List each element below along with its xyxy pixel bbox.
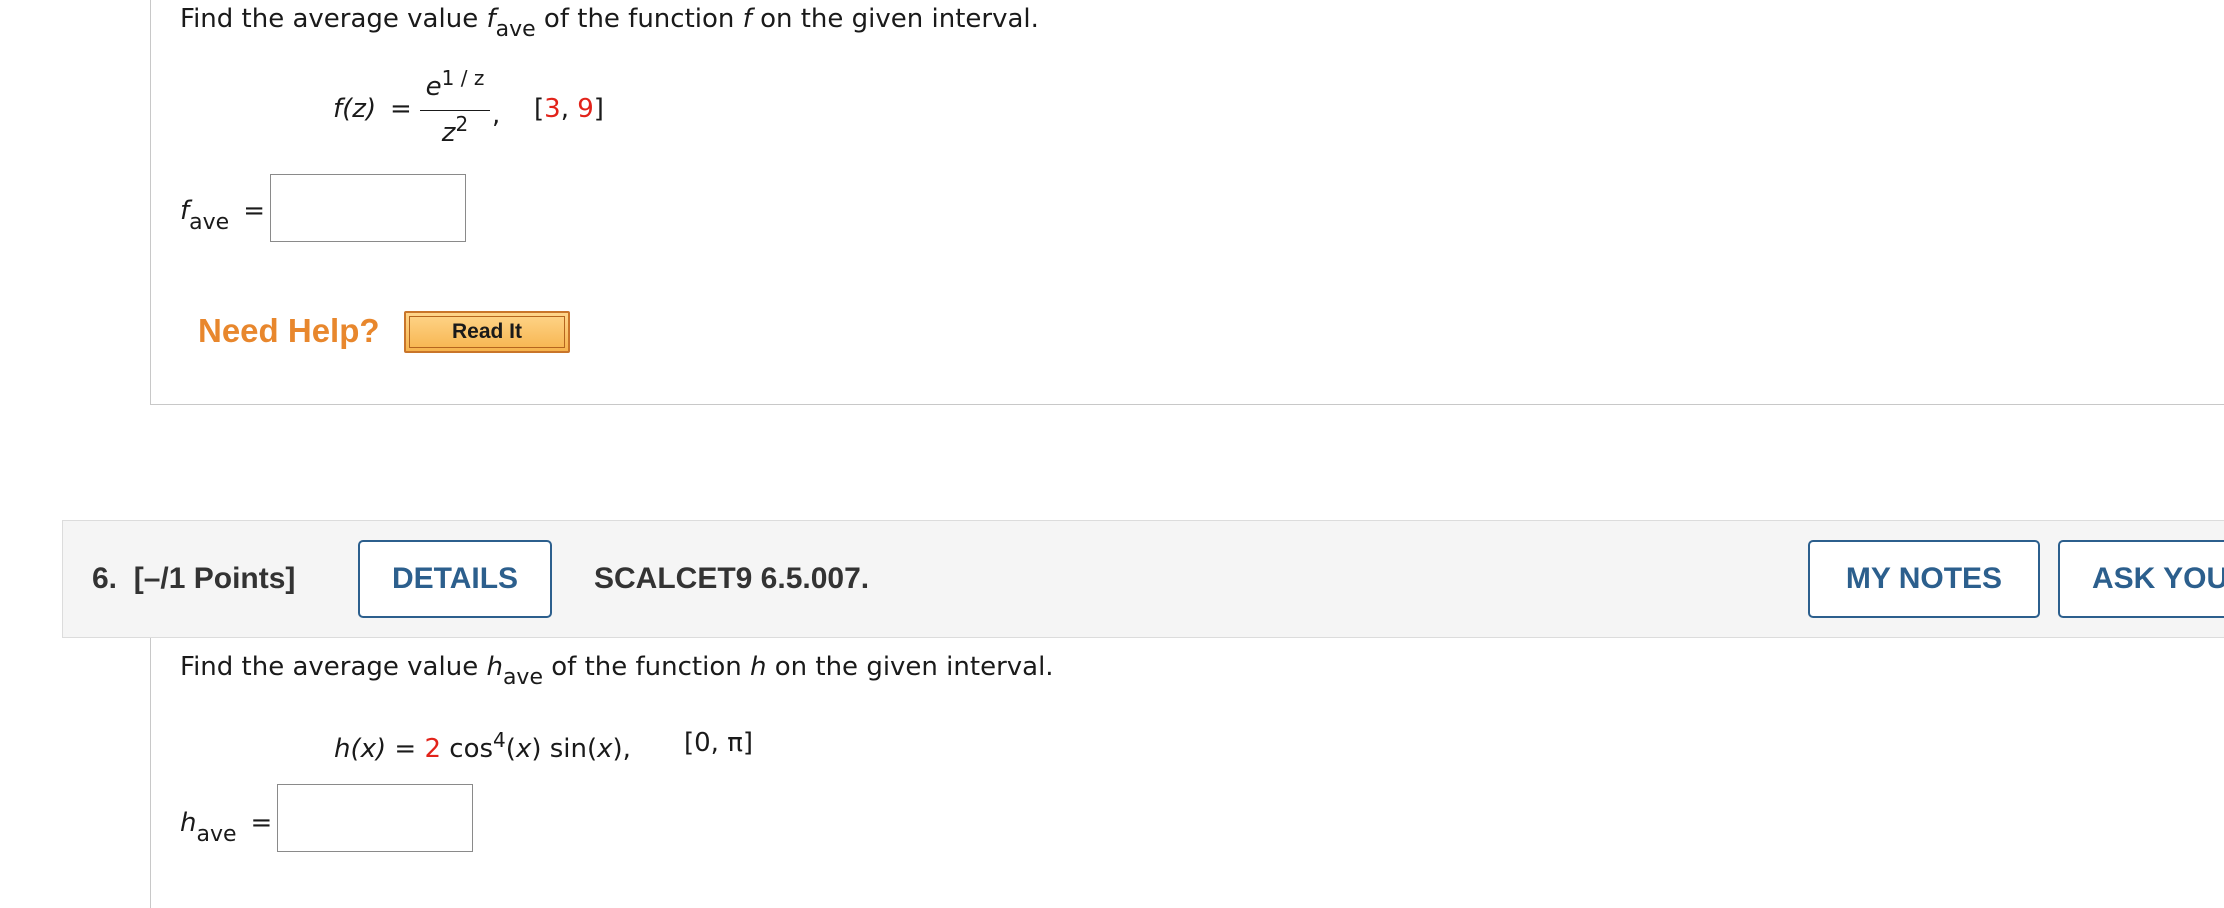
problem-5-question: Find the average value fave of the funct…: [180, 4, 1039, 42]
problem-6-interval: [0, π]: [684, 728, 754, 758]
fraction-numerator: e1 / z: [425, 66, 485, 102]
problem-6-question: Find the average value have of the funct…: [180, 652, 1054, 690]
problem-5-formula-eq: =: [390, 94, 412, 124]
read-it-button[interactable]: Read It: [404, 311, 570, 353]
problem-6-number: 6. [–/1 Points]: [92, 562, 296, 595]
problem-6-container: [150, 638, 151, 908]
fraction-bar: [420, 110, 490, 111]
problem-5-interval: [3, 9]: [534, 94, 604, 124]
problem-6-formula: h(x) = 2 cos4(x) sin(x),: [334, 728, 631, 764]
fraction-denominator: z2: [441, 112, 469, 148]
problem-5-answer-label: fave =: [180, 196, 265, 235]
problem-6-answer-label: have =: [180, 808, 273, 847]
problem-6-source: SCALCET9 6.5.007.: [594, 562, 870, 595]
problem-6-points: [–/1 Points]: [133, 562, 296, 595]
f-ave-answer-input[interactable]: [270, 174, 466, 242]
problem-5-fraction: e1 / z z2: [420, 66, 490, 156]
read-it-label: Read It: [409, 316, 565, 348]
need-help-label: Need Help?: [198, 312, 380, 349]
problem-5-formula-lhs: f(z): [333, 94, 377, 124]
my-notes-button[interactable]: MY NOTES: [1808, 540, 2040, 618]
ask-your-teacher-button[interactable]: ASK YOU: [2058, 540, 2224, 618]
details-button[interactable]: DETAILS: [358, 540, 552, 618]
problem-5-formula-comma: ,: [492, 100, 501, 130]
h-ave-answer-input[interactable]: [277, 784, 473, 852]
